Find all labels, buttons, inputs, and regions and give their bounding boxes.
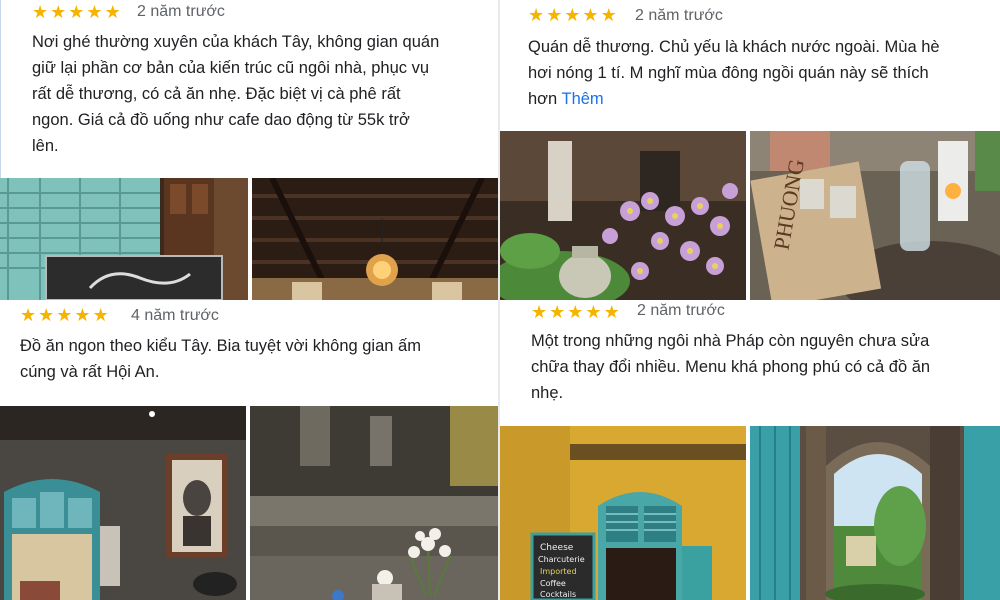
chalkboard-text: Cheese xyxy=(540,543,574,553)
review-time: 2 năm trước xyxy=(137,3,225,20)
star-icon: ★ xyxy=(50,2,67,22)
review-time: 2 năm trước xyxy=(637,302,725,319)
chalkboard-text: Charcuterie xyxy=(538,555,585,564)
star-icon: ★ xyxy=(585,302,602,322)
review-text-line: nhẹ. xyxy=(531,384,564,402)
star-icon: ★ xyxy=(582,5,599,25)
review-text-line: cúng và rất Hội An. xyxy=(20,363,160,381)
review-text-line: hơn Thêm xyxy=(528,86,940,112)
rating-stars: ★ ★ ★ ★ ★ xyxy=(32,3,121,21)
star-icon: ★ xyxy=(528,5,545,25)
review-text: Nơi ghé thường xuyên của khách Tây, khôn… xyxy=(32,29,439,159)
star-icon: ★ xyxy=(68,2,85,22)
star-icon: ★ xyxy=(564,5,581,25)
rating-stars: ★ ★ ★ ★ ★ xyxy=(20,306,109,324)
review-text-line: Một trong những ngôi nhà Pháp còn nguyên… xyxy=(531,332,930,350)
review-time: 4 năm trước xyxy=(131,307,219,324)
chalkboard-text: Imported xyxy=(540,567,577,576)
review-text-line: chữa thay đổi nhiều. Menu khá phong phú … xyxy=(531,358,931,376)
review-text: Đồ ăn ngon theo kiểu Tây. Bia tuyệt vời … xyxy=(20,333,421,385)
review-card-1: ★ ★ ★ ★ ★ 2 năm trước Nơi ghé thường xuy… xyxy=(0,0,498,300)
review-text-line: hơi nóng 1 tí. M nghĩ mùa đông ngồi quán… xyxy=(528,64,929,82)
review-photo-arched-door[interactable] xyxy=(0,406,246,600)
star-icon: ★ xyxy=(567,302,584,322)
star-icon: ★ xyxy=(531,302,548,322)
star-icon: ★ xyxy=(603,302,620,322)
review-text-line: Quán dễ thương. Chủ yếu là khách nước ng… xyxy=(528,38,940,56)
review-photo-flowers[interactable] xyxy=(500,131,746,300)
review-photo-stone-arch[interactable] xyxy=(750,426,1000,600)
rating-stars: ★ ★ ★ ★ ★ xyxy=(531,303,620,321)
review-time: 2 năm trước xyxy=(635,7,723,24)
review-text-line: rất dễ thương, có cả ăn nhẹ. Đặc biệt vị… xyxy=(32,85,401,103)
show-more-link[interactable]: Thêm xyxy=(561,90,603,108)
star-icon: ★ xyxy=(38,305,55,325)
star-icon: ★ xyxy=(92,305,109,325)
review-card-4: ★ ★ ★ ★ ★ 2 năm trước Một trong những ng… xyxy=(500,300,1000,600)
chalkboard-text: Cocktails xyxy=(540,590,576,599)
star-icon: ★ xyxy=(549,302,566,322)
star-icon: ★ xyxy=(32,2,49,22)
review-text-line: Đồ ăn ngon theo kiểu Tây. Bia tuyệt vời … xyxy=(20,337,421,355)
review-photo-shutters[interactable] xyxy=(0,178,248,300)
review-text-line: giữ lại phần cơ bản của kiến trúc cũ ngô… xyxy=(32,59,430,77)
review-photo-coffee-bags[interactable]: PHUONG xyxy=(750,131,1000,300)
review-text-line: Nơi ghé thường xuyên của khách Tây, khôn… xyxy=(32,33,440,51)
panel-divider-left-top-border xyxy=(0,0,1,178)
panel-divider-vertical xyxy=(498,0,500,600)
star-icon: ★ xyxy=(20,305,37,325)
star-icon: ★ xyxy=(74,305,91,325)
review-text: Một trong những ngôi nhà Pháp còn nguyên… xyxy=(531,328,930,406)
review-card-3: ★ ★ ★ ★ ★ 4 năm trước Đồ ăn ngon theo ki… xyxy=(0,300,498,600)
review-text: Quán dễ thương. Chủ yếu là khách nước ng… xyxy=(528,34,940,112)
star-icon: ★ xyxy=(86,2,103,22)
review-photo-yellow-wall[interactable]: Cheese Charcuterie Imported Coffee Cockt… xyxy=(500,426,746,600)
review-text-line: ngon. Giá cả đồ uống như cafe dao động t… xyxy=(32,111,410,129)
review-photo-white-flowers[interactable] xyxy=(250,406,498,600)
review-photo-ceiling[interactable] xyxy=(252,178,498,300)
rating-stars: ★ ★ ★ ★ ★ xyxy=(528,6,617,24)
star-icon: ★ xyxy=(56,305,73,325)
review-text-fragment: hơn xyxy=(528,90,558,108)
review-card-2: ★ ★ ★ ★ ★ 2 năm trước Quán dễ thương. Ch… xyxy=(500,0,1000,300)
chalkboard-text: Coffee xyxy=(540,579,566,588)
star-icon: ★ xyxy=(600,5,617,25)
star-icon: ★ xyxy=(104,2,121,22)
review-text-line: lên. xyxy=(32,137,59,155)
star-icon: ★ xyxy=(546,5,563,25)
